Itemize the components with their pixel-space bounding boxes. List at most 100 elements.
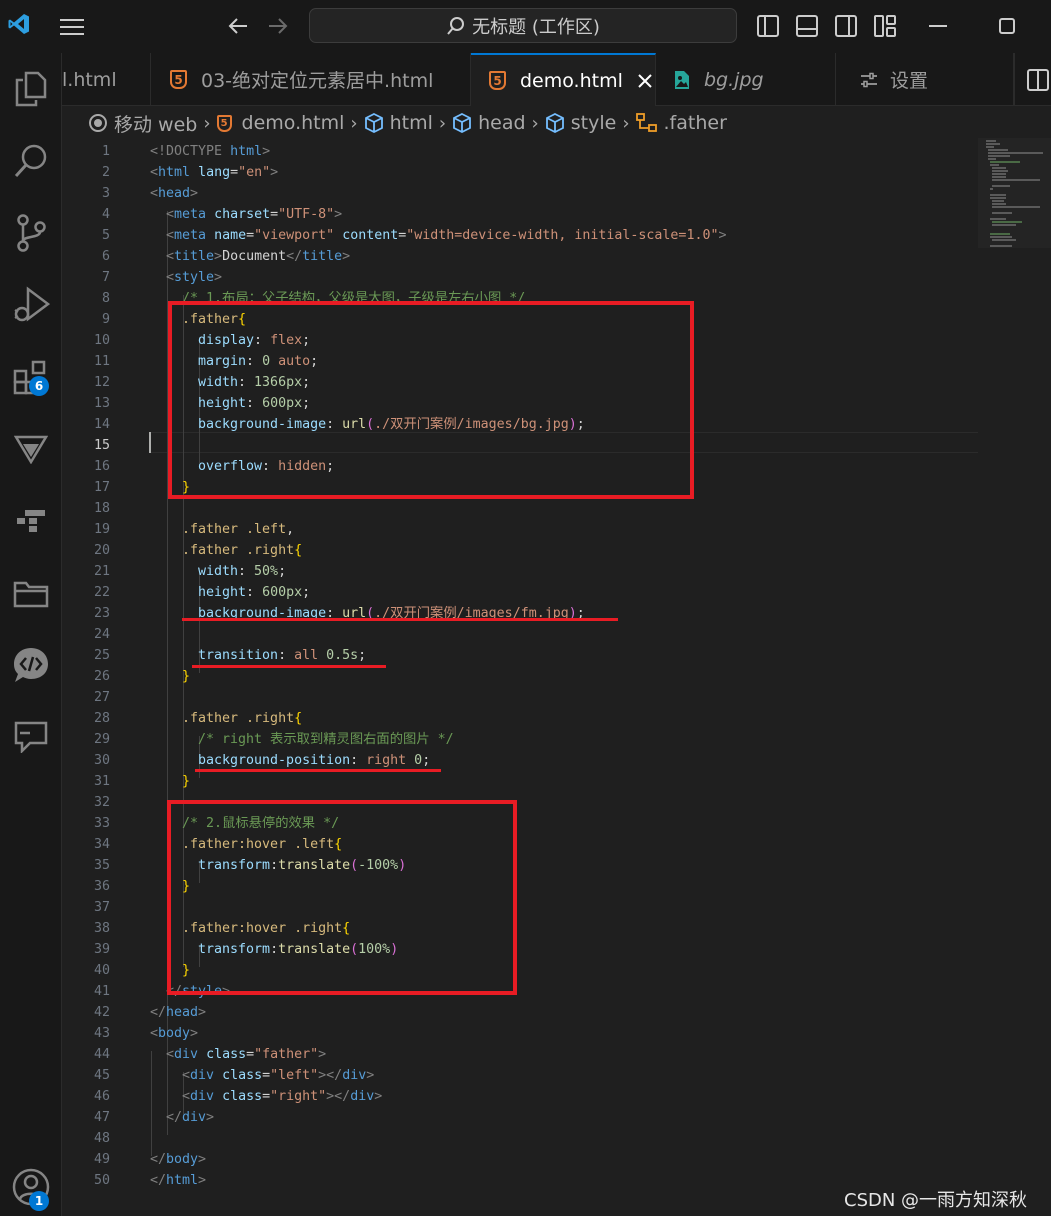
maximize-icon[interactable]: [999, 18, 1015, 34]
code-line[interactable]: 4 <meta charset="UTF-8">: [63, 204, 978, 225]
html5-icon: 5: [170, 70, 187, 89]
line-number: 11: [93, 354, 110, 369]
line-number: 30: [93, 753, 110, 768]
minimap[interactable]: [978, 138, 1051, 248]
customize-layout-icon[interactable]: [874, 15, 896, 37]
breadcrumb-style[interactable]: style: [571, 112, 617, 134]
extensions-button[interactable]: 6: [0, 349, 62, 405]
code-line[interactable]: 45 <div class="left"></div>: [63, 1065, 978, 1086]
source-control-button[interactable]: [0, 205, 62, 261]
line-number: 23: [93, 606, 110, 621]
breadcrumb-file[interactable]: demo.html: [242, 112, 345, 134]
breadcrumb-html[interactable]: html: [390, 112, 433, 134]
cube-icon: [452, 113, 472, 133]
tab-html-file[interactable]: l.html: [62, 53, 151, 106]
code-line[interactable]: 1 <!DOCTYPE html>: [63, 141, 978, 162]
accounts-button[interactable]: 1: [0, 1159, 62, 1215]
line-number: 10: [93, 333, 110, 348]
line-number: 6: [101, 249, 110, 264]
remote-explorer-button[interactable]: [0, 493, 62, 549]
code-line[interactable]: 25 transition: all 0.5s;: [63, 645, 978, 666]
toggle-primary-sidebar-icon[interactable]: [757, 15, 779, 37]
forward-arrow-icon[interactable]: [267, 16, 289, 36]
testing-button[interactable]: [0, 421, 62, 477]
image-file-icon: [675, 70, 689, 89]
line-number: 7: [101, 270, 110, 285]
menu-icon[interactable]: [60, 18, 84, 36]
vscode-logo-icon: [8, 14, 29, 34]
tab-label: l.html: [62, 68, 117, 91]
code-line[interactable]: 21 width: 50%;: [63, 561, 978, 582]
code-line[interactable]: 6 <title>Document</title>: [63, 246, 978, 267]
code-line[interactable]: 7 <style>: [63, 267, 978, 288]
back-arrow-icon[interactable]: [227, 16, 249, 36]
code-line[interactable]: 5 <meta name="viewport" content="width=de…: [63, 225, 978, 246]
code-line[interactable]: 48: [63, 1128, 978, 1149]
code-text: <div class="right"></div>: [182, 1089, 383, 1104]
code-chat-icon: [14, 648, 48, 682]
breadcrumb-selector[interactable]: .father: [664, 112, 727, 134]
code-line[interactable]: 30 background-position: right 0;: [63, 750, 978, 771]
tab-label: 03-绝对定位元素居中.html: [201, 70, 434, 92]
code-line[interactable]: 42 </head>: [63, 1002, 978, 1023]
code-line[interactable]: 46 <div class="right"></div>: [63, 1086, 978, 1107]
project-manager-button[interactable]: [0, 565, 62, 621]
code-line[interactable]: 44 <div class="father">: [63, 1044, 978, 1065]
annotation-box-father: [168, 301, 694, 499]
code-line[interactable]: 18: [63, 498, 978, 519]
command-center-search[interactable]: 无标题 (工作区): [309, 8, 737, 43]
code-line[interactable]: 26}: [63, 666, 978, 687]
code-text: <head>: [150, 186, 199, 201]
minimize-icon[interactable]: [929, 25, 947, 28]
code-line[interactable]: 27: [63, 687, 978, 708]
code-line[interactable]: 20 .father .right{: [63, 540, 978, 561]
tab-demo-html[interactable]: 5 demo.html: [471, 53, 656, 106]
toggle-secondary-sidebar-icon[interactable]: [835, 15, 857, 37]
tab-settings[interactable]: 设置: [836, 53, 1014, 106]
code-line[interactable]: 19 .father .left,: [63, 519, 978, 540]
close-icon[interactable]: [638, 73, 652, 88]
tab-label: demo.html: [520, 69, 623, 92]
line-number: 47: [93, 1110, 110, 1125]
line-number: 36: [93, 879, 110, 894]
html5-icon: 5: [216, 114, 236, 132]
line-number: 32: [93, 795, 110, 810]
comments-button[interactable]: [0, 709, 62, 765]
line-number: 16: [93, 459, 110, 474]
toggle-panel-icon[interactable]: [796, 15, 818, 37]
chevron-right-icon: ›: [622, 112, 630, 134]
radio-target-icon: [88, 113, 108, 133]
code-line[interactable]: 3 <head>: [63, 183, 978, 204]
code-text: </body>: [150, 1152, 207, 1167]
code-line[interactable]: 47 </div>: [63, 1107, 978, 1128]
activity-bar: 6 1: [0, 53, 62, 1216]
code-text: .father .right{: [182, 711, 303, 726]
breadcrumb-folder[interactable]: 移动 web: [114, 110, 197, 137]
line-number: 26: [93, 669, 110, 684]
code-line[interactable]: 22 height: 600px;: [63, 582, 978, 603]
run-debug-button[interactable]: [0, 277, 62, 333]
line-number: 45: [93, 1068, 110, 1083]
breadcrumb-head[interactable]: head: [478, 112, 525, 134]
code-line[interactable]: 31}: [63, 771, 978, 792]
code-line[interactable]: 49 </body>: [63, 1149, 978, 1170]
code-line[interactable]: 29 /* right 表示取到精灵图右面的图片 */: [63, 729, 978, 750]
tab-bg-jpg[interactable]: bg.jpg: [656, 53, 836, 106]
code-editor[interactable]: 1 <!DOCTYPE html> 2 <html lang="en"> 3 <head>…: [63, 138, 1051, 1216]
code-line[interactable]: 28 .father .right{: [63, 708, 978, 729]
code-line[interactable]: 50 </html>: [63, 1170, 978, 1191]
annotation-underline-bg-position: [195, 769, 441, 772]
explorer-button[interactable]: [0, 61, 62, 117]
code-line[interactable]: 24: [63, 624, 978, 645]
live-share-button[interactable]: [0, 637, 62, 693]
settings-sliders-icon: [861, 72, 877, 87]
code-line[interactable]: 2 <html lang="en">: [63, 162, 978, 183]
line-number: 38: [93, 921, 110, 936]
split-editor-button[interactable]: [1014, 53, 1051, 106]
title-bar: 无标题 (工作区): [0, 0, 1051, 53]
code-line[interactable]: 43 <body>: [63, 1023, 978, 1044]
triangle-flask-icon: [14, 435, 48, 464]
tab-absolute-center[interactable]: 5 03-绝对定位元素居中.html: [151, 53, 471, 106]
annotation-underline-bg-image: [182, 618, 618, 621]
search-button[interactable]: [0, 133, 62, 189]
